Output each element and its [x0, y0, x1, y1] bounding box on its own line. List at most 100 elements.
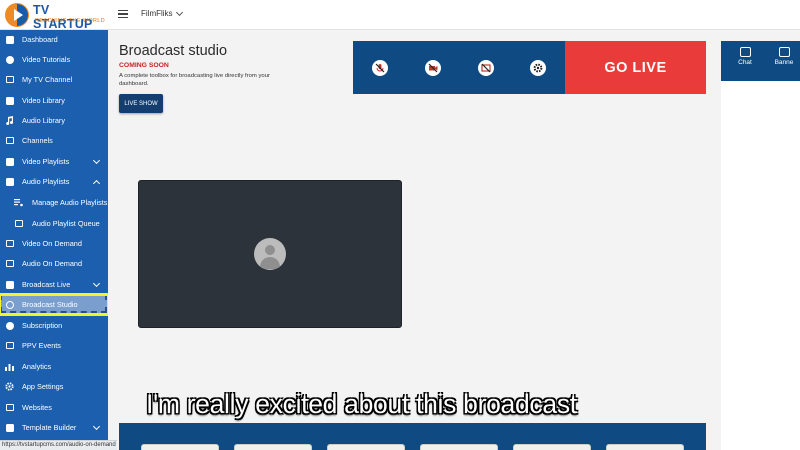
- sidebar-item-my-tv-channel[interactable]: My TV Channel: [0, 71, 108, 89]
- sidebar-item-broadcast-live[interactable]: Broadcast Live: [0, 276, 108, 294]
- sidebar-item-video-on-demand[interactable]: Video On Demand: [0, 235, 108, 253]
- live-tv-icon: [5, 280, 14, 289]
- logo-mark-icon: [5, 3, 29, 27]
- audio-on-demand-icon: [5, 259, 14, 268]
- brand-name: TV STARTUP: [33, 3, 93, 31]
- channel-name: FilmFliks: [141, 9, 173, 18]
- main-content: Broadcast studio COMING SOON A complete …: [108, 30, 800, 450]
- banner-icon: [778, 47, 790, 57]
- sidebar-item-label: Audio Playlists: [22, 177, 70, 186]
- broadcast-control-bar: GO LIVE: [353, 41, 706, 94]
- analytics-icon: [5, 362, 14, 371]
- sidebar-item-manage-audio-playlists[interactable]: Manage Audio Playlists: [0, 194, 108, 212]
- dashboard-icon: [5, 35, 14, 44]
- audio-playlist-icon: [5, 177, 14, 186]
- channels-icon: [5, 136, 14, 145]
- queue-play-icon: [14, 219, 23, 228]
- sidebar-item-label: Video Playlists: [22, 157, 70, 166]
- brand-logo[interactable]: TV STARTUP REACHING THE WORLD: [4, 2, 108, 31]
- right-panel-tabs: Chat Banne: [721, 41, 800, 81]
- scene-thumbnail[interactable]: [141, 444, 219, 450]
- sidebar-item-label: Video On Demand: [22, 239, 82, 248]
- sidebar-item-label: PPV Events: [22, 341, 61, 350]
- scene-thumbnail[interactable]: [420, 444, 498, 450]
- sidebar-item-channels[interactable]: Channels: [0, 132, 108, 150]
- sidebar-item-label: Template Builder: [22, 423, 77, 432]
- sidebar-item-label: Video Tutorials: [22, 55, 71, 64]
- status-badge: COMING SOON: [119, 62, 169, 69]
- sidebar-item-label: Manage Audio Playlists: [32, 198, 108, 207]
- sidebar-item-label: Audio On Demand: [22, 259, 83, 268]
- tv-icon: [5, 75, 14, 84]
- browser-status-url: https://tvstartupcms.com/audio-on-demand: [0, 440, 117, 450]
- scene-thumbnail[interactable]: [234, 444, 312, 450]
- top-bar: TV STARTUP REACHING THE WORLD FilmFliks: [0, 0, 800, 31]
- video-on-demand-icon: [5, 239, 14, 248]
- chevron-up-icon: [92, 179, 101, 188]
- chevron-down-icon: [175, 8, 183, 16]
- broadcast-studio-icon: [5, 300, 14, 309]
- scene-strip: [119, 423, 706, 450]
- sidebar-item-dashboard[interactable]: Dashboard: [0, 31, 108, 49]
- chevron-down-icon: [92, 156, 101, 165]
- right-panel: Chat Banne: [721, 41, 800, 450]
- sidebar-item-websites[interactable]: Websites: [0, 399, 108, 417]
- gear-icon: [5, 382, 14, 391]
- ticket-icon: [5, 341, 14, 350]
- sidebar-item-subscription[interactable]: Subscription: [0, 317, 108, 335]
- music-note-icon: [5, 116, 14, 125]
- sidebar-item-label: Websites: [22, 403, 52, 412]
- sidebar-item-audio-playlists[interactable]: Audio Playlists: [0, 173, 108, 191]
- sidebar-item-app-settings[interactable]: App Settings: [0, 378, 108, 396]
- sidebar-item-analytics[interactable]: Analytics: [0, 358, 108, 376]
- playlist-icon: [5, 157, 14, 166]
- sidebar-item-label: Subscription: [22, 321, 63, 330]
- sidebar-item-video-library[interactable]: Video Library: [0, 92, 108, 110]
- mic-off-icon[interactable]: [372, 60, 388, 76]
- sidebar-item-label: My TV Channel: [22, 75, 73, 84]
- go-live-button[interactable]: GO LIVE: [565, 41, 706, 94]
- sidebar-item-audio-on-demand[interactable]: Audio On Demand: [0, 255, 108, 273]
- tab-banners[interactable]: Banne: [768, 45, 800, 79]
- sidebar-item-audio-library[interactable]: Audio Library: [0, 112, 108, 130]
- template-icon: [5, 423, 14, 432]
- scene-thumbnail[interactable]: [513, 444, 591, 450]
- live-show-button[interactable]: LIVE SHOW: [119, 94, 163, 113]
- scene-thumbnail[interactable]: [327, 444, 405, 450]
- chevron-down-icon: [92, 422, 101, 431]
- screen-share-off-icon[interactable]: [478, 60, 494, 76]
- video-preview: [138, 180, 402, 328]
- camera-off-icon[interactable]: [425, 60, 441, 76]
- sidebar-item-label: Audio Library: [22, 116, 65, 125]
- tab-label: Chat: [738, 59, 752, 66]
- menu-toggle-icon[interactable]: [118, 10, 128, 18]
- video-library-icon: [5, 96, 14, 105]
- brand-tagline: REACHING THE WORLD: [35, 18, 105, 24]
- gear-icon[interactable]: [530, 60, 546, 76]
- sidebar-item-label: Dashboard: [22, 35, 58, 44]
- chevron-down-icon: [92, 279, 101, 288]
- sidebar-item-ppv-events[interactable]: PPV Events: [0, 337, 108, 355]
- avatar-placeholder-icon: [254, 238, 286, 270]
- sidebar-item-video-tutorials[interactable]: Video Tutorials: [0, 51, 108, 69]
- sidebar-item-template-builder[interactable]: Template Builder: [0, 419, 108, 437]
- sidebar-item-label: Audio Playlist Queue: [32, 219, 100, 228]
- tab-label: Banne: [774, 59, 794, 66]
- tab-chat[interactable]: Chat: [725, 45, 765, 79]
- sidebar-item-label: Broadcast Live: [22, 280, 71, 289]
- website-icon: [5, 403, 14, 412]
- queue-music-icon: [14, 198, 23, 207]
- sidebar-item-audio-playlist-queue[interactable]: Audio Playlist Queue: [0, 215, 108, 233]
- video-caption: I'm really excited about this broadcast: [146, 389, 577, 419]
- sidebar: Dashboard Video Tutorials My TV Channel …: [0, 30, 110, 450]
- scene-thumbnail[interactable]: [606, 444, 684, 450]
- sidebar-item-broadcast-studio[interactable]: Broadcast Studio: [0, 296, 108, 314]
- sidebar-item-label: Analytics: [22, 362, 52, 371]
- sidebar-item-label: Broadcast Studio: [22, 300, 78, 309]
- sidebar-item-video-playlists[interactable]: Video Playlists: [0, 153, 108, 171]
- chat-icon: [739, 47, 751, 57]
- channel-selector[interactable]: FilmFliks: [141, 8, 183, 18]
- page-description: A complete toolbox for broadcasting live…: [119, 73, 270, 87]
- sidebar-item-label: App Settings: [22, 382, 64, 391]
- sidebar-item-label: Video Library: [22, 96, 65, 105]
